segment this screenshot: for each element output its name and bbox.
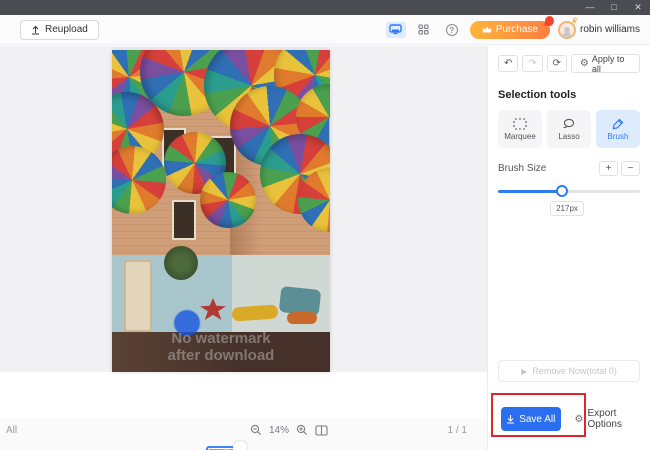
title-bar: — □ ✕ [0, 0, 650, 15]
thumbnail-strip: › [0, 442, 487, 450]
photo-door [124, 260, 152, 332]
gear-icon: ⚙ [580, 58, 589, 69]
photo-plant [164, 246, 198, 280]
tools-panel: ↶ ↷ ⟳ ⚙ Apply to all Selection tools Mar… [487, 46, 650, 450]
umbrella [112, 143, 169, 217]
upload-icon [31, 25, 40, 35]
brush-icon [612, 118, 624, 130]
account-menu[interactable]: ♛ robin williams [558, 21, 640, 39]
editor-canvas[interactable]: No watermark after download All 14% 1 / … [0, 46, 487, 372]
reupload-label: Reupload [45, 24, 88, 35]
notification-badge [544, 15, 554, 26]
compare-view-icon[interactable] [315, 425, 328, 436]
filter-all-label: All [6, 425, 17, 436]
slider-handle[interactable] [556, 185, 568, 197]
brush-size-decrease-button[interactable]: − [621, 161, 640, 176]
brush-size-label: Brush Size [498, 163, 546, 174]
marquee-icon [513, 118, 527, 130]
tool-lasso[interactable]: Lasso [547, 110, 591, 148]
minimize-button[interactable]: — [578, 0, 602, 15]
grid-apps-icon[interactable] [414, 22, 434, 38]
toolbar: Reupload ? Purchase [0, 15, 650, 45]
play-icon: ▶ [521, 367, 527, 376]
thumbnail-selected[interactable] [206, 446, 242, 450]
tool-marquee[interactable]: Marquee [498, 110, 542, 148]
lasso-icon [562, 118, 576, 130]
purchase-button[interactable]: Purchase [470, 21, 550, 39]
close-button[interactable]: ✕ [626, 0, 650, 15]
remove-now-button[interactable]: ▶ Remove Now(total 0) [498, 360, 640, 382]
brush-size-increase-button[interactable]: + [599, 161, 618, 176]
selection-tools-title: Selection tools [498, 89, 640, 101]
zoom-out-icon[interactable] [250, 424, 262, 436]
zoom-in-icon[interactable] [296, 424, 308, 436]
desktop-view-icon[interactable] [386, 22, 406, 38]
selection-tools-group: Marquee Lasso Brush [498, 110, 640, 148]
avatar-crown-icon: ♛ [570, 15, 580, 26]
photo-preview[interactable]: No watermark after download [112, 50, 330, 372]
help-icon[interactable]: ? [442, 22, 462, 38]
maximize-button[interactable]: □ [602, 0, 626, 15]
brush-size-slider[interactable] [498, 185, 640, 197]
redo-button[interactable]: ↷ [522, 55, 542, 72]
tool-brush[interactable]: Brush [596, 110, 640, 148]
reset-button[interactable]: ⟳ [547, 55, 567, 72]
reupload-button[interactable]: Reupload [20, 20, 99, 40]
account-name: robin williams [580, 24, 640, 35]
purchase-label: Purchase [496, 24, 538, 35]
save-all-button[interactable]: Save All [501, 407, 561, 431]
page-indicator: 1 / 1 [448, 425, 467, 436]
apply-to-all-button[interactable]: ⚙ Apply to all [571, 54, 640, 73]
app-window: — □ ✕ Reupload ? Purchase [0, 0, 650, 450]
zoom-level: 14% [269, 425, 289, 436]
thumbnail-close-icon[interactable] [233, 441, 247, 450]
status-bar: All 14% 1 / 1 [0, 418, 487, 442]
download-icon [506, 414, 515, 424]
watermark-text: No watermark after download [112, 330, 330, 364]
photo-window [172, 200, 196, 240]
brush-size-tooltip: 217px [550, 201, 584, 216]
crown-icon [482, 26, 492, 34]
undo-button[interactable]: ↶ [498, 55, 518, 72]
